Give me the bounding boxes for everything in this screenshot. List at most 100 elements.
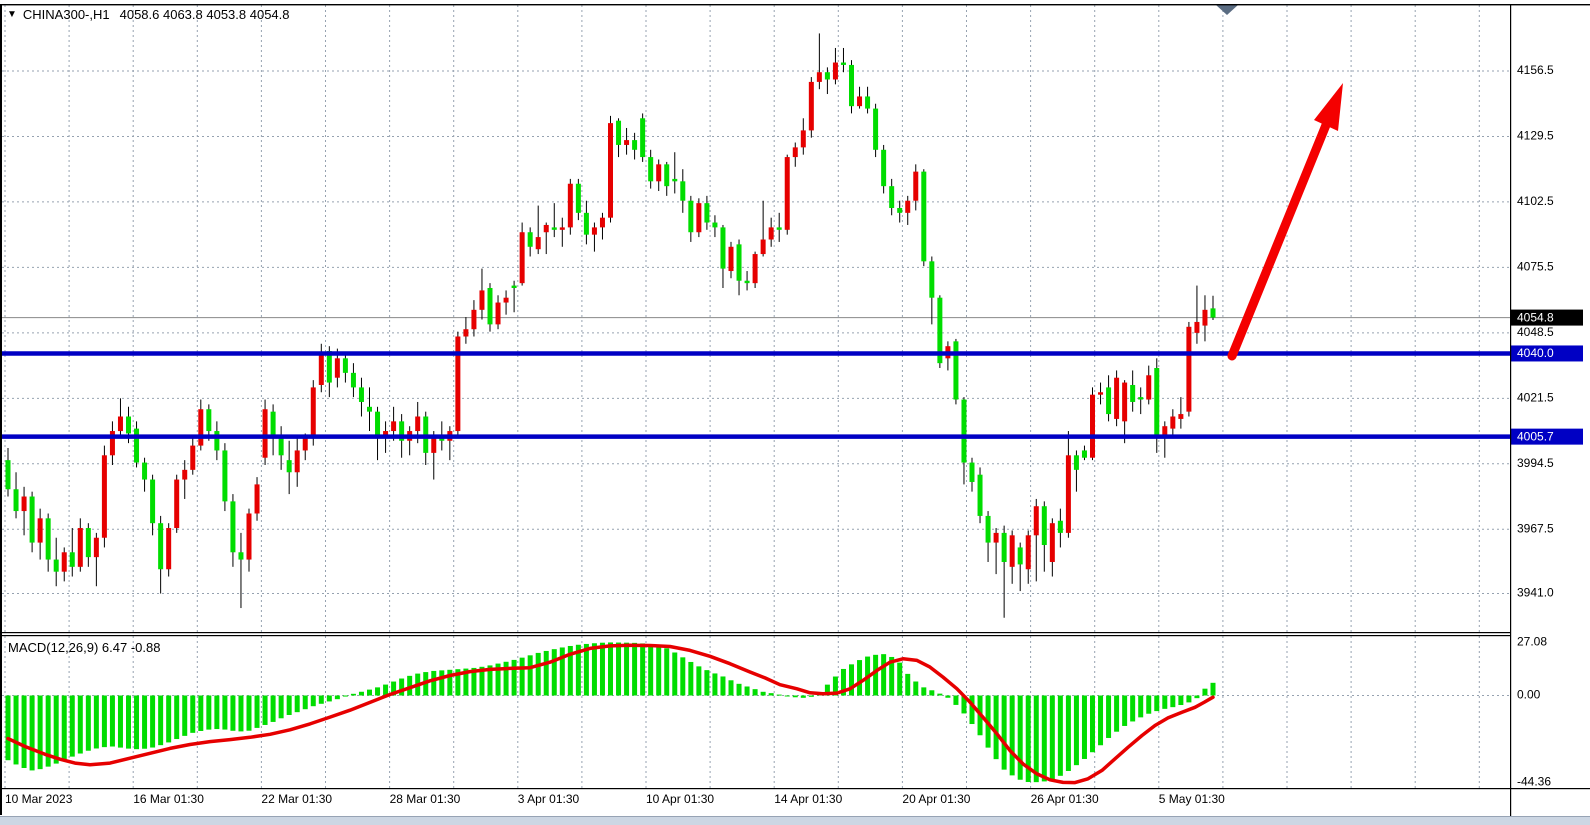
price-badge-label: 4040.0 [1517,346,1554,360]
candle-body [247,513,252,559]
candle-body [463,329,468,336]
candle-body [1194,322,1199,333]
candle-body [536,237,541,249]
candle-body [889,186,894,208]
macd-bar [118,696,123,748]
macd-bar [536,653,541,696]
macd-bar [439,670,444,695]
candle-body [94,538,99,557]
candle-body [1130,385,1135,402]
macd-bar [688,662,693,696]
bottom-strip-edge [0,816,1590,817]
candle-body [504,298,509,303]
candle-body [102,455,107,537]
macd-bar [1146,696,1151,714]
candle-body [1138,397,1143,399]
macd-bar [311,696,316,707]
macd-bar [367,690,372,696]
macd-bar [182,696,187,736]
candle-body [46,518,51,559]
macd-bar [110,696,115,747]
candle-body [1058,521,1063,533]
macd-bar [648,644,653,695]
macd-bar [1154,696,1159,712]
candle-body [311,387,316,438]
candle-body [78,528,83,567]
candle-body [479,290,484,309]
macd-bar [247,696,252,731]
candle-body [391,421,396,431]
candle-body [696,203,701,232]
macd-bar [769,693,774,695]
macd-bar [1122,696,1127,726]
macd-bar [6,696,11,761]
candle-body [897,208,902,213]
panel-separator-2[interactable] [2,635,1510,636]
symbol-dropdown-icon[interactable]: ▼ [7,10,17,20]
macd-bar [720,676,725,695]
macd-bar [22,696,27,768]
price-axis-label: 4021.5 [1517,390,1554,404]
candle-body [753,254,758,283]
candle-body [359,387,364,402]
chart-canvas[interactable]: 4156.54129.54102.54075.54048.54021.53994… [0,0,1590,825]
macd-bar [704,670,709,695]
candle-body [664,164,669,186]
candle-body [1106,387,1111,414]
candle-body [1170,417,1175,429]
macd-bar [1090,696,1095,753]
price-badge-label: 4005.7 [1517,429,1554,443]
price-axis-label: 4156.5 [1517,63,1554,77]
macd-bar [664,648,669,695]
macd-bar [78,696,83,754]
macd-bar [809,696,814,697]
candle-body [142,463,147,480]
macd-bottom-border [0,788,1590,789]
macd-bar [1170,696,1175,708]
macd-bar [544,651,549,696]
candle-body [833,63,838,80]
macd-bar [1211,683,1216,696]
candle-body [54,560,59,572]
macd-bar [680,657,685,695]
price-axis-label: 3941.0 [1517,586,1554,600]
macd-bar [552,649,557,695]
mt4-chart-window: 4156.54129.54102.54075.54048.54021.53994… [0,0,1590,825]
candle-body [1154,368,1159,438]
macd-bar [166,696,171,743]
candle-body [544,225,549,232]
candle-body [632,140,637,150]
candle-body [303,438,308,450]
date-axis-label: 16 Mar 01:30 [133,792,204,806]
macd-bar [14,696,19,765]
ohlc-quote-label: 4058.6 4063.8 4053.8 4054.8 [120,7,290,22]
candle-body [849,65,854,106]
candle-body [1178,414,1183,419]
macd-bar [1034,696,1039,783]
macd-bar [616,643,621,696]
macd-bar [30,696,35,771]
candle-body [512,286,517,288]
macd-bar [54,696,59,764]
candle-body [1042,506,1047,545]
macd-bar [881,654,886,695]
date-axis-label: 10 Mar 2023 [5,792,73,806]
candle-body [455,336,460,431]
candle-body [712,223,717,228]
panel-separator-1[interactable] [2,632,1510,633]
candle-body [263,409,268,457]
candle-body [230,501,235,552]
macd-bar [343,696,348,697]
candle-body [560,227,565,229]
candle-body [769,227,774,239]
macd-bar [190,696,195,733]
symbol-timeframe-label: CHINA300-,H1 [23,7,110,22]
price-axis-label: 4129.5 [1517,129,1554,143]
candle-body [961,400,966,463]
candle-body [1114,378,1119,419]
candle-body [729,247,734,271]
macd-bar [1194,696,1199,699]
candle-body [857,96,862,106]
candle-body [14,489,19,511]
macd-bar [1050,696,1055,780]
